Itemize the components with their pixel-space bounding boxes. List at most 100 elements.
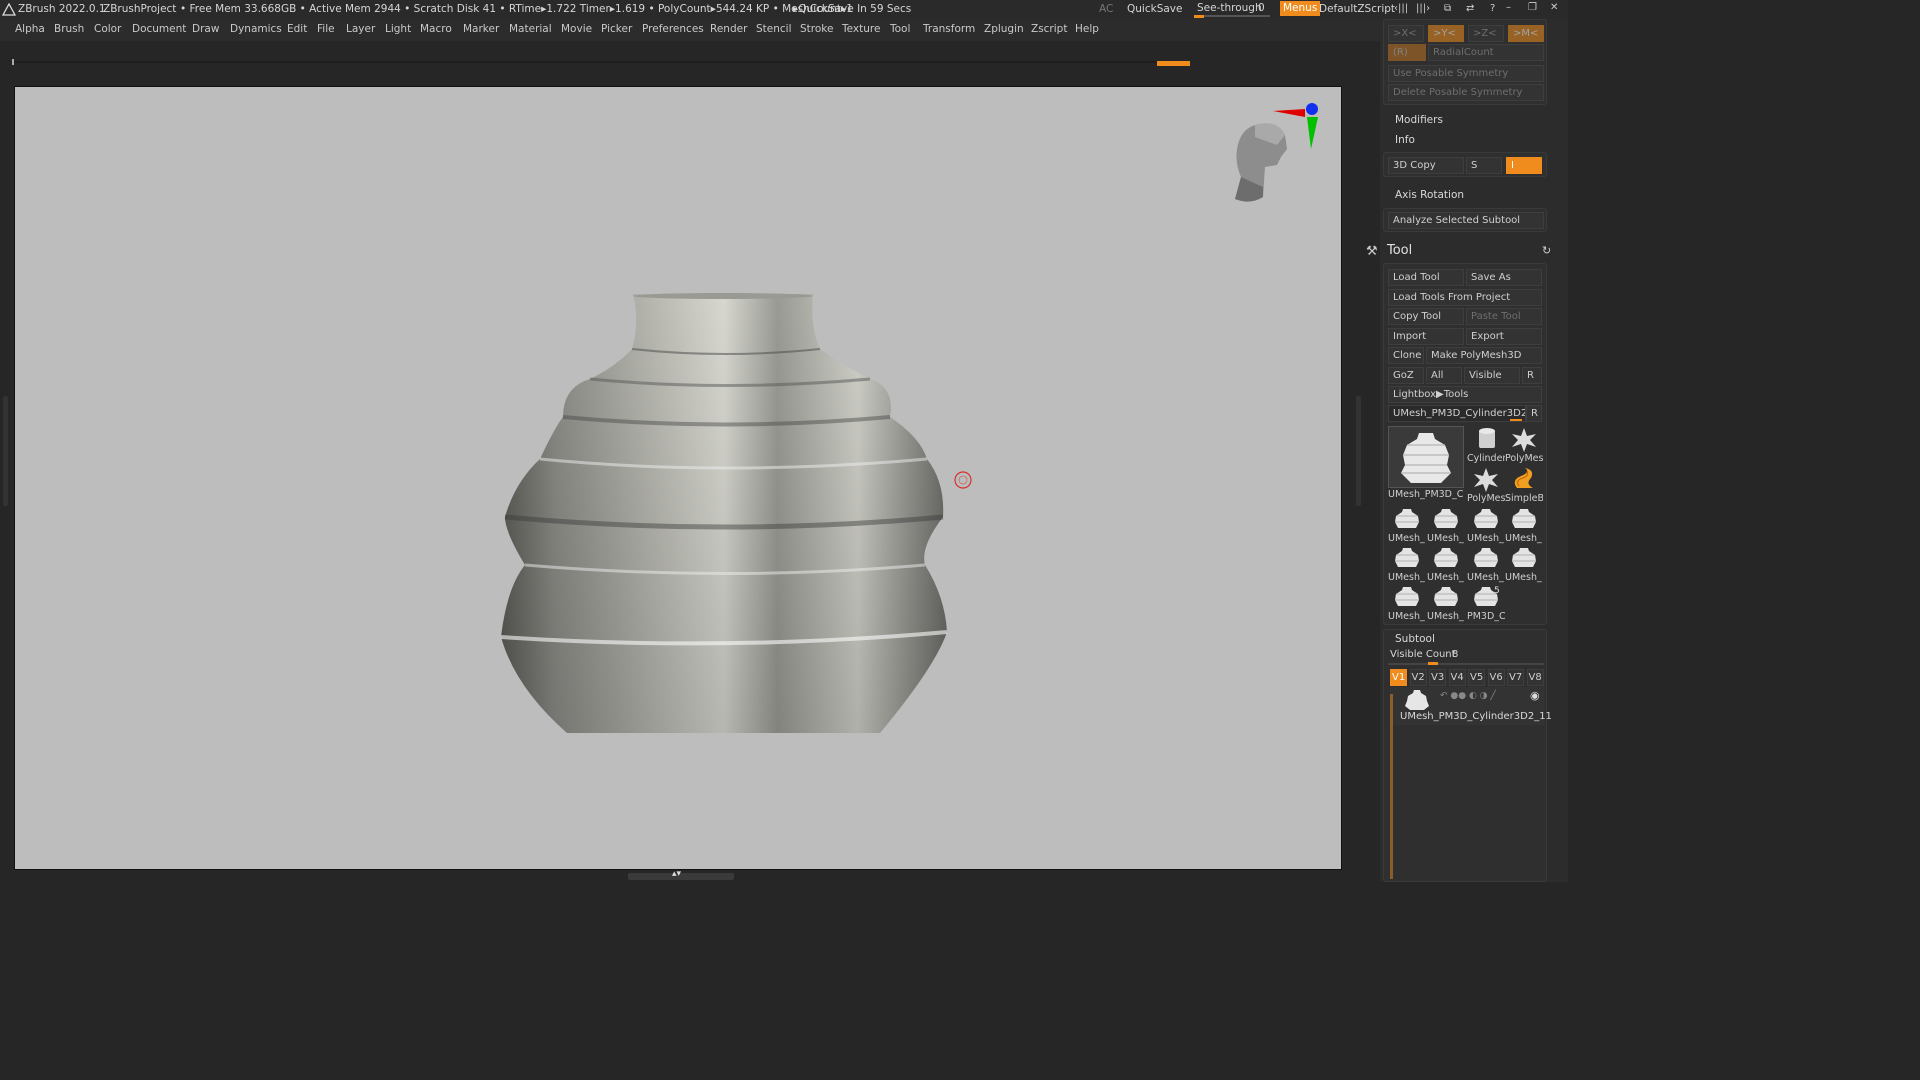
version-tab-v4[interactable]: V4: [1448, 669, 1466, 686]
tool-thumbnail[interactable]: UMesh_: [1388, 584, 1426, 624]
see-through-slider[interactable]: See-through 0: [1194, 2, 1270, 18]
zscript-selector[interactable]: DefaultZScript: [1319, 3, 1395, 15]
version-tab-v7[interactable]: V7: [1507, 669, 1524, 686]
expand-arrows-icon[interactable]: ▴▾: [672, 869, 681, 879]
sym-r-button[interactable]: (R): [1388, 44, 1426, 61]
tool-thumbnail[interactable]: PolyMes: [1505, 426, 1543, 466]
menu-material[interactable]: Material: [509, 23, 552, 35]
current-tool-slider[interactable]: UMesh_PM3D_Cylinder3D2_1: [1388, 405, 1526, 422]
version-tab-v1[interactable]: V1: [1390, 669, 1407, 686]
sym-z-button[interactable]: >Z<: [1468, 25, 1504, 42]
subtool-list-scrollbar[interactable]: [1390, 694, 1393, 879]
import-button[interactable]: Import: [1388, 328, 1464, 345]
i-slider[interactable]: I: [1506, 157, 1542, 174]
menu-color[interactable]: Color: [94, 23, 121, 35]
goz-button[interactable]: GoZ: [1388, 367, 1424, 384]
save-as-button[interactable]: Save As: [1466, 269, 1542, 286]
info-header[interactable]: Info: [1395, 134, 1415, 146]
modifiers-header[interactable]: Modifiers: [1395, 114, 1443, 126]
version-tab-v6[interactable]: V6: [1487, 669, 1505, 686]
help-icon[interactable]: ?: [1490, 3, 1495, 14]
eye-icon[interactable]: ◉: [1530, 689, 1540, 702]
sym-m-button[interactable]: >M<: [1508, 25, 1544, 42]
clone-button[interactable]: Clone: [1388, 347, 1424, 364]
menu-zplugin[interactable]: Zplugin: [984, 23, 1024, 35]
menu-stroke[interactable]: Stroke: [800, 23, 833, 35]
tool-thumbnail[interactable]: UMesh_: [1467, 545, 1505, 585]
sym-y-button[interactable]: >Y<: [1428, 25, 1464, 42]
load-tool-button[interactable]: Load Tool: [1388, 269, 1464, 286]
menu-zscript[interactable]: Zscript: [1031, 23, 1067, 35]
menu-dynamics[interactable]: Dynamics: [230, 23, 282, 35]
menu-document[interactable]: Document: [132, 23, 186, 35]
menu-texture[interactable]: Texture: [842, 23, 880, 35]
3d-copy-button[interactable]: 3D Copy: [1388, 157, 1464, 174]
decrease-icon[interactable]: ‹|||: [1394, 3, 1408, 14]
close-icon[interactable]: ✕: [1550, 2, 1558, 13]
quicksave-button[interactable]: QuickSave: [1127, 3, 1182, 15]
menu-transform[interactable]: Transform: [923, 23, 975, 35]
tool-thumbnail[interactable]: UMesh_: [1427, 506, 1465, 546]
tool-thumbnail[interactable]: UMesh_: [1388, 506, 1426, 546]
s-button[interactable]: S: [1466, 157, 1502, 174]
delete-posable-symmetry-button[interactable]: Delete Posable Symmetry: [1388, 84, 1544, 101]
menu-tool[interactable]: Tool: [890, 23, 910, 35]
layout-icon[interactable]: ⧉: [1444, 3, 1451, 14]
version-tab-v3[interactable]: V3: [1429, 669, 1446, 686]
export-button[interactable]: Export: [1466, 328, 1542, 345]
analyze-selected-subtool-button[interactable]: Analyze Selected Subtool: [1388, 212, 1544, 229]
increase-icon[interactable]: |||›: [1416, 3, 1430, 14]
ac-label[interactable]: AC: [1099, 3, 1113, 15]
current-tool-r-button[interactable]: R: [1526, 405, 1542, 422]
goz-visible-button[interactable]: Visible: [1464, 367, 1520, 384]
axis-rotation-header[interactable]: Axis Rotation: [1395, 189, 1464, 201]
version-tab-v5[interactable]: V5: [1468, 669, 1485, 686]
restore-icon[interactable]: ❐: [1528, 2, 1537, 13]
menus-button[interactable]: Menus: [1280, 1, 1321, 16]
menu-file[interactable]: File: [317, 23, 335, 35]
tool-thumbnail[interactable]: UMesh_: [1467, 506, 1505, 546]
active-tool-thumbnail[interactable]: [1388, 426, 1464, 488]
version-tab-v8[interactable]: V8: [1526, 669, 1544, 686]
menu-draw[interactable]: Draw: [192, 23, 219, 35]
load-tools-from-project-button[interactable]: Load Tools From Project: [1388, 289, 1542, 306]
version-tab-v2[interactable]: V2: [1409, 669, 1427, 686]
subtool-toggle-icons[interactable]: ↶ ●● ◐ ◑ ╱: [1440, 691, 1496, 701]
sym-x-button[interactable]: >X<: [1388, 25, 1424, 42]
orientation-head-icon[interactable]: [1235, 123, 1287, 202]
menu-picker[interactable]: Picker: [601, 23, 632, 35]
tool-thumbnail[interactable]: Cylinder: [1467, 426, 1505, 466]
menu-macro[interactable]: Macro: [420, 23, 452, 35]
tool-thumbnail[interactable]: UMesh_: [1427, 584, 1465, 624]
menu-preferences[interactable]: Preferences: [642, 23, 704, 35]
tool-thumbnail[interactable]: UMesh_: [1505, 545, 1543, 585]
tool-palette-title[interactable]: Tool: [1387, 243, 1412, 258]
menu-stencil[interactable]: Stencil: [756, 23, 792, 35]
menu-light[interactable]: Light: [385, 23, 411, 35]
tool-thumbnail[interactable]: SimpleB: [1505, 466, 1543, 506]
menu-marker[interactable]: Marker: [463, 23, 499, 35]
tool-thumbnail[interactable]: UMesh_: [1427, 545, 1465, 585]
menu-brush[interactable]: Brush: [54, 23, 84, 35]
menu-edit[interactable]: Edit: [287, 23, 307, 35]
menu-help[interactable]: Help: [1075, 23, 1099, 35]
right-tray-handle[interactable]: [1356, 396, 1361, 506]
menu-movie[interactable]: Movie: [561, 23, 592, 35]
subtool-title[interactable]: Subtool: [1395, 633, 1435, 645]
tool-thumbnail[interactable]: PolyMes: [1467, 466, 1505, 506]
goz-all-button[interactable]: All: [1426, 367, 1462, 384]
minimize-icon[interactable]: –: [1506, 2, 1511, 13]
paste-tool-button[interactable]: Paste Tool: [1466, 308, 1542, 325]
menu-alpha[interactable]: Alpha: [15, 23, 45, 35]
subtool-list-item[interactable]: ↶ ●● ◐ ◑ ╱ ◉ UMesh_PM3D_Cylinder3D2_11: [1390, 687, 1552, 725]
bottom-tray-handle[interactable]: ▴▾: [628, 869, 734, 880]
refresh-icon[interactable]: ↻: [1542, 244, 1551, 257]
use-posable-symmetry-button[interactable]: Use Posable Symmetry: [1388, 65, 1544, 82]
lightbox-tools-button[interactable]: Lightbox▶Tools: [1388, 386, 1542, 403]
document-canvas[interactable]: [14, 86, 1342, 870]
swap-icon[interactable]: ⇄: [1466, 3, 1474, 14]
radial-count-slider[interactable]: RadialCount: [1428, 44, 1544, 61]
copy-tool-button[interactable]: Copy Tool: [1388, 308, 1464, 325]
left-tray-handle[interactable]: [3, 396, 8, 506]
tool-thumbnail[interactable]: UMesh_: [1388, 545, 1426, 585]
